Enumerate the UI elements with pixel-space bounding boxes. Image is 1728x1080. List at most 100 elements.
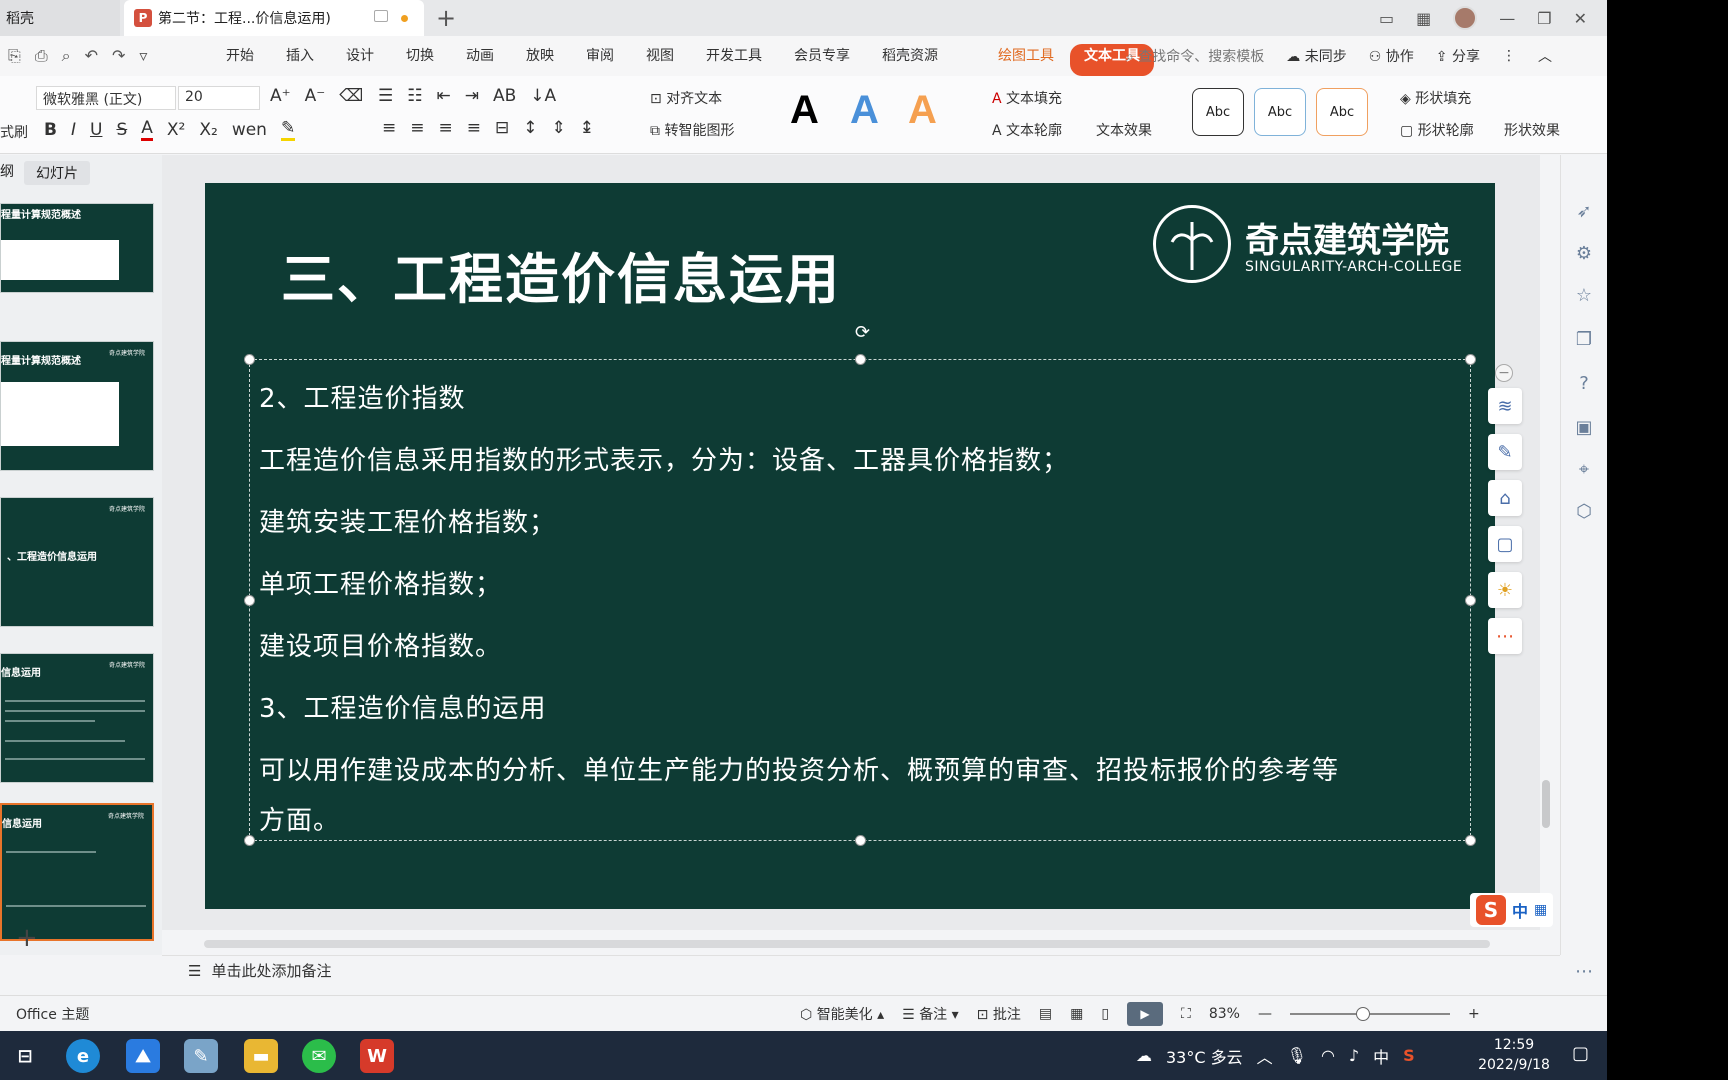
save-icon[interactable]: ⎘: [8, 46, 21, 66]
menu-start[interactable]: 开始: [210, 36, 270, 76]
align-center-icon[interactable]: ≡: [410, 118, 424, 138]
text-line[interactable]: 建设项目价格指数。: [259, 626, 502, 663]
text-line[interactable]: 建筑安装工程价格指数；: [259, 502, 556, 539]
preview-icon[interactable]: ⌕: [62, 46, 71, 66]
photos-icon[interactable]: ⛰: [126, 1039, 160, 1073]
fit-window-icon[interactable]: ⛶: [1181, 1006, 1191, 1022]
text-style-blue[interactable]: A: [850, 88, 879, 133]
text-line[interactable]: 方面。: [259, 800, 340, 837]
menu-member[interactable]: 会员专享: [778, 36, 866, 76]
slide-thumbnail-1[interactable]: 程量计算规范概述: [0, 203, 154, 293]
shape-fill-button[interactable]: ◈ 形状填充: [1400, 88, 1471, 108]
star-icon[interactable]: ☆: [1573, 285, 1595, 307]
theme-label[interactable]: Office 主题: [16, 1004, 89, 1024]
volume-icon[interactable]: ♪: [1349, 1046, 1359, 1065]
resize-handle[interactable]: [244, 354, 255, 365]
menu-animation[interactable]: 动画: [450, 36, 510, 76]
text-fill-button[interactable]: A 文本填充: [992, 88, 1062, 108]
shape-style-blue[interactable]: Abc: [1254, 88, 1306, 136]
align-right-icon[interactable]: ≡: [439, 118, 453, 138]
notes-toggle-button[interactable]: ☰ 备注 ▾: [902, 1004, 959, 1024]
help-icon[interactable]: ?: [1573, 373, 1595, 395]
italic-icon[interactable]: I: [71, 120, 76, 140]
menu-docer[interactable]: 稻壳资源: [866, 36, 954, 76]
sort-icon[interactable]: ↓A: [530, 86, 556, 106]
subscript-icon[interactable]: X₂: [199, 120, 217, 140]
microphone-icon[interactable]: 🎙: [1287, 1046, 1307, 1065]
sorter-view-icon[interactable]: ▦: [1070, 1006, 1083, 1022]
decrease-indent-icon[interactable]: ⇤: [437, 86, 451, 106]
resize-handle[interactable]: [1465, 595, 1476, 606]
strikethrough-icon[interactable]: S: [116, 120, 127, 140]
resize-handle[interactable]: [244, 835, 255, 846]
zoom-slider-knob[interactable]: [1355, 1007, 1370, 1021]
collapse-float-bar-button[interactable]: −: [1495, 364, 1513, 382]
vertical-scrollbar[interactable]: [1542, 780, 1550, 828]
menu-review[interactable]: 审阅: [570, 36, 630, 76]
task-view-icon[interactable]: ⊟: [8, 1039, 42, 1073]
rocket-icon[interactable]: ➶: [1573, 201, 1595, 223]
collab-button[interactable]: ⚇ 协作: [1369, 46, 1414, 66]
print-icon[interactable]: ⎙: [35, 46, 48, 66]
rotate-handle-icon[interactable]: ⟳: [855, 322, 870, 343]
menu-view[interactable]: 视图: [630, 36, 690, 76]
paragraph-spacing-icon[interactable]: ⇕: [552, 118, 566, 138]
align-text-button[interactable]: ⊡ 对齐文本: [650, 88, 722, 108]
superscript-icon[interactable]: X²: [167, 120, 185, 140]
font-color-icon[interactable]: A: [141, 118, 153, 141]
smart-beautify-button[interactable]: ⬡ 智能美化 ▴: [800, 1004, 884, 1024]
font-name-select[interactable]: 微软雅黑 (正文): [36, 86, 176, 110]
bold-icon[interactable]: B: [44, 120, 57, 140]
notification-icon[interactable]: ▢: [1572, 1043, 1589, 1064]
tab-document[interactable]: P 第二节：工程...价信息运用): [124, 0, 424, 36]
ime-lang-tray[interactable]: 中: [1373, 1044, 1389, 1068]
play-slideshow-button[interactable]: ▶: [1127, 1002, 1164, 1026]
add-slide-button[interactable]: +: [16, 923, 38, 953]
wps-icon[interactable]: W: [360, 1039, 394, 1073]
clock[interactable]: 12:59 2022/9/18: [1464, 1035, 1564, 1075]
wechat-icon[interactable]: ✉: [302, 1039, 336, 1073]
resize-handle[interactable]: [244, 595, 255, 606]
shrink-font-icon[interactable]: A⁻: [305, 86, 326, 106]
collapse-ribbon-icon[interactable]: ︿: [1538, 46, 1552, 66]
restore-button[interactable]: ❐: [1537, 9, 1551, 28]
slide-thumbnail-4[interactable]: 信息运用 奇点建筑学院: [0, 653, 154, 783]
more-icon[interactable]: ⋮: [1502, 48, 1516, 64]
resize-handle[interactable]: [855, 354, 866, 365]
normal-view-icon[interactable]: ▤: [1039, 1006, 1052, 1022]
shape-effect-button[interactable]: 形状效果: [1504, 120, 1560, 140]
text-style-orange[interactable]: A: [908, 88, 937, 133]
slide-title[interactable]: 三、工程造价信息运用: [281, 235, 841, 314]
layers-icon[interactable]: ≋: [1488, 388, 1522, 424]
notes-area[interactable]: ☰ 单击此处添加备注: [162, 955, 1560, 985]
shape-outline-button[interactable]: ▢ 形状轮廓: [1400, 120, 1474, 140]
reading-view-icon[interactable]: ▯: [1101, 1006, 1109, 1022]
location-icon[interactable]: ⌖: [1573, 459, 1595, 481]
zoom-level[interactable]: 83%: [1209, 1006, 1240, 1022]
shape-style-orange[interactable]: Abc: [1316, 88, 1368, 136]
close-button[interactable]: ✕: [1574, 9, 1587, 28]
menu-developer[interactable]: 开发工具: [690, 36, 778, 76]
more-dots-icon[interactable]: ⋯: [1488, 618, 1522, 654]
shape-style-black[interactable]: Abc: [1192, 88, 1244, 136]
format-painter-label[interactable]: 式刷: [0, 122, 28, 142]
resize-handle[interactable]: [1465, 835, 1476, 846]
numbered-list-icon[interactable]: ☷: [407, 86, 422, 106]
sync-button[interactable]: ☁ 未同步: [1286, 46, 1346, 66]
tab-slides[interactable]: 幻灯片: [24, 161, 90, 185]
brush-icon[interactable]: ✎: [1488, 434, 1522, 470]
text-effect-button[interactable]: 文本效果: [1096, 120, 1152, 140]
text-line-heading-3[interactable]: 3、工程造价信息的运用: [259, 688, 547, 725]
bullet-list-icon[interactable]: ☰: [378, 86, 393, 106]
highlight-icon[interactable]: ✎: [280, 118, 296, 141]
settings-sliders-icon[interactable]: ⚙: [1573, 243, 1595, 265]
slide-thumbnail-2[interactable]: 程量计算规范概述 奇点建筑学院: [0, 341, 154, 471]
increase-indent-icon[interactable]: ⇥: [465, 86, 479, 106]
menu-design[interactable]: 设计: [330, 36, 390, 76]
justify-icon[interactable]: ≡: [467, 118, 481, 138]
column-icon[interactable]: ↨: [580, 118, 594, 138]
window-icon[interactable]: ❐: [1573, 329, 1595, 351]
sogou-tray-icon[interactable]: S: [1403, 1046, 1415, 1065]
paint-icon[interactable]: ✎: [184, 1039, 218, 1073]
line-spacing-icon[interactable]: ↕: [523, 118, 537, 138]
